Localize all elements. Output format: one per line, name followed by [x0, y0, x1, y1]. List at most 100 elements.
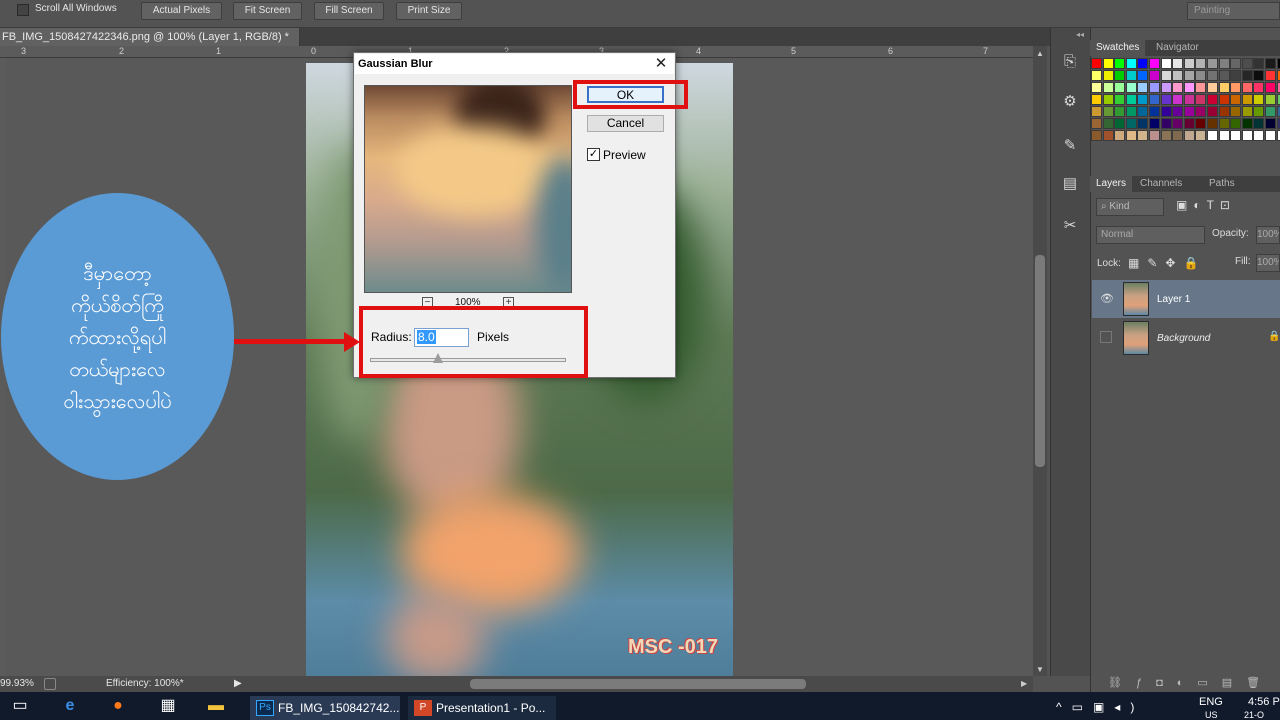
color-swatch[interactable] — [1102, 94, 1114, 105]
color-swatch[interactable] — [1183, 82, 1195, 93]
color-swatch[interactable] — [1218, 118, 1230, 129]
color-swatch[interactable] — [1276, 130, 1280, 141]
color-swatch[interactable] — [1102, 82, 1114, 93]
store-icon[interactable]: ▦ — [158, 696, 178, 716]
layer-filter-icons[interactable]: ▣◐T⊡ — [1176, 198, 1236, 212]
color-swatch[interactable] — [1276, 106, 1280, 117]
color-swatch[interactable] — [1218, 106, 1230, 117]
color-swatch[interactable] — [1230, 118, 1242, 129]
color-swatch[interactable] — [1149, 130, 1160, 141]
color-swatch[interactable] — [1149, 118, 1160, 129]
color-swatch[interactable] — [1207, 130, 1218, 141]
scroll-right-arrow-icon[interactable]: ▶ — [1021, 679, 1027, 688]
edge-icon[interactable]: e — [60, 696, 80, 716]
color-swatch[interactable] — [1265, 58, 1276, 69]
eye-icon[interactable]: 👁 — [1100, 292, 1114, 305]
color-swatch[interactable] — [1253, 106, 1265, 117]
color-swatch[interactable] — [1137, 82, 1149, 93]
color-swatch[interactable] — [1125, 70, 1137, 81]
color-swatch[interactable] — [1241, 130, 1253, 141]
color-swatch[interactable] — [1183, 58, 1195, 69]
color-swatch[interactable] — [1091, 82, 1102, 93]
color-swatch[interactable] — [1091, 58, 1102, 69]
color-swatch[interactable] — [1137, 58, 1149, 69]
fill-screen-button[interactable]: Fill Screen — [314, 2, 384, 20]
color-swatch[interactable] — [1160, 118, 1172, 129]
color-swatch[interactable] — [1149, 106, 1160, 117]
color-swatch[interactable] — [1172, 130, 1184, 141]
color-swatch[interactable] — [1218, 82, 1230, 93]
color-swatch[interactable] — [1102, 118, 1114, 129]
layer-footer-icons[interactable]: ⛓ƒ◘◐▭▤🗑 — [1108, 676, 1274, 689]
color-swatch[interactable] — [1276, 94, 1280, 105]
properties-panel-icon[interactable]: ⚙ — [1058, 90, 1082, 114]
color-swatch[interactable] — [1172, 58, 1184, 69]
color-swatch[interactable] — [1160, 130, 1172, 141]
color-swatch[interactable] — [1265, 118, 1276, 129]
color-swatch[interactable] — [1195, 94, 1207, 105]
tool-presets-icon[interactable]: ✂ — [1058, 214, 1082, 238]
taskbar-app-powerpoint[interactable]: P Presentation1 - Po... — [408, 696, 556, 720]
color-swatch[interactable] — [1276, 70, 1280, 81]
task-view-icon[interactable]: ▭ — [10, 696, 30, 716]
color-swatch[interactable] — [1207, 70, 1218, 81]
color-swatch[interactable] — [1125, 106, 1137, 117]
layer-name[interactable]: Background — [1157, 333, 1210, 344]
color-swatch[interactable] — [1183, 94, 1195, 105]
color-swatch[interactable] — [1276, 82, 1280, 93]
color-swatch[interactable] — [1218, 58, 1230, 69]
color-swatch[interactable] — [1253, 82, 1265, 93]
layer-kind-filter[interactable]: ⌕ Kind — [1096, 198, 1164, 216]
color-swatch[interactable] — [1091, 94, 1102, 105]
color-swatch[interactable] — [1114, 58, 1126, 69]
color-swatch[interactable] — [1195, 82, 1207, 93]
color-swatch[interactable] — [1091, 106, 1102, 117]
color-swatch[interactable] — [1265, 130, 1276, 141]
color-swatch[interactable] — [1160, 106, 1172, 117]
color-swatch[interactable] — [1218, 70, 1230, 81]
color-swatch[interactable] — [1149, 58, 1160, 69]
color-swatch[interactable] — [1160, 58, 1172, 69]
tab-layers[interactable]: Layers — [1090, 176, 1133, 192]
color-swatch[interactable] — [1195, 106, 1207, 117]
color-swatch[interactable] — [1230, 82, 1242, 93]
color-swatch[interactable] — [1091, 70, 1102, 81]
brush-presets-icon[interactable]: ✎ — [1058, 134, 1082, 158]
color-swatch[interactable] — [1125, 58, 1137, 69]
history-panel-icon[interactable]: ⎘ — [1058, 50, 1082, 74]
color-swatch[interactable] — [1102, 106, 1114, 117]
color-swatch[interactable] — [1102, 58, 1114, 69]
workspace-select[interactable]: Painting — [1187, 2, 1280, 20]
color-swatch[interactable] — [1265, 106, 1276, 117]
color-swatch[interactable] — [1114, 70, 1126, 81]
horizontal-scroll-thumb[interactable] — [470, 679, 806, 689]
color-swatch[interactable] — [1218, 130, 1230, 141]
clock-time[interactable]: 4:56 P — [1248, 696, 1280, 708]
vertical-scroll-thumb[interactable] — [1035, 255, 1045, 467]
color-swatch[interactable] — [1276, 58, 1280, 69]
firefox-icon[interactable]: ● — [108, 696, 128, 716]
color-swatch[interactable] — [1172, 106, 1184, 117]
blur-preview[interactable] — [364, 85, 572, 293]
color-swatch[interactable] — [1137, 106, 1149, 117]
color-swatch[interactable] — [1195, 118, 1207, 129]
color-swatch[interactable] — [1230, 94, 1242, 105]
color-swatch[interactable] — [1183, 70, 1195, 81]
color-swatch[interactable] — [1183, 106, 1195, 117]
document-tab[interactable]: FB_IMG_1508427422346.png @ 100% (Layer 1… — [0, 28, 300, 46]
color-swatch[interactable] — [1265, 94, 1276, 105]
scroll-down-arrow-icon[interactable]: ▼ — [1036, 665, 1044, 674]
color-swatch[interactable] — [1265, 70, 1276, 81]
cancel-button[interactable]: Cancel — [587, 115, 664, 132]
color-swatch[interactable] — [1125, 82, 1137, 93]
close-icon[interactable]: ✕ — [652, 55, 670, 73]
file-explorer-icon[interactable]: ▬ — [206, 696, 226, 716]
color-swatch[interactable] — [1172, 82, 1184, 93]
color-swatch[interactable] — [1125, 130, 1137, 141]
color-swatch[interactable] — [1114, 118, 1126, 129]
color-swatch[interactable] — [1172, 118, 1184, 129]
color-swatch[interactable] — [1149, 94, 1160, 105]
color-swatch[interactable] — [1160, 94, 1172, 105]
color-swatch[interactable] — [1125, 94, 1137, 105]
color-swatch[interactable] — [1183, 130, 1195, 141]
